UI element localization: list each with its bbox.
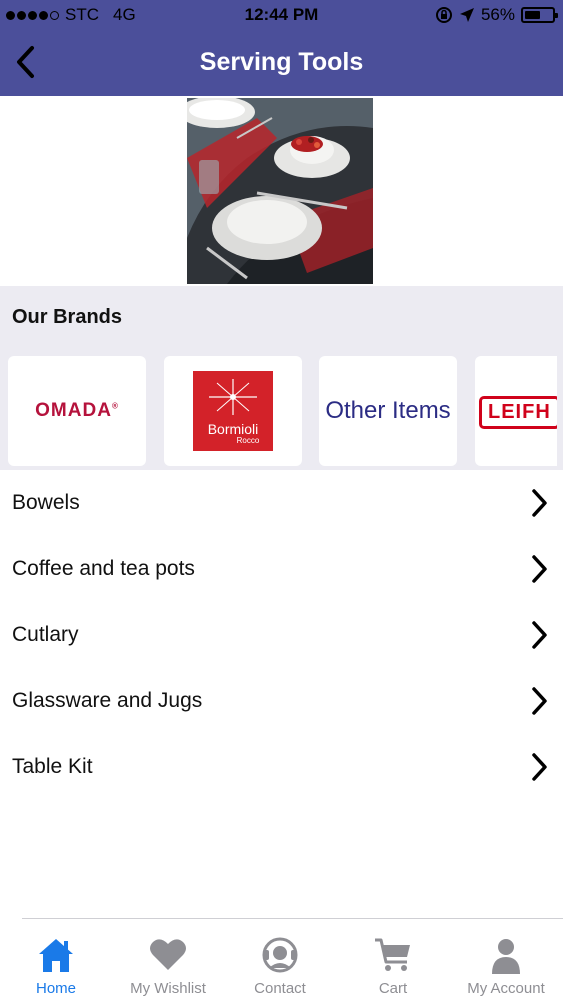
omada-logo: OMADA® (35, 400, 119, 421)
tab-home[interactable]: Home (0, 932, 112, 998)
battery-icon (521, 7, 558, 23)
heart-icon (150, 939, 186, 970)
rotation-lock-icon (435, 7, 452, 23)
other-items-logo: Other Items (325, 397, 451, 424)
category-label: Glassware and Jugs (12, 689, 203, 712)
category-label: Table Kit (12, 755, 93, 778)
support-headset-icon (262, 937, 298, 973)
home-icon (39, 939, 73, 972)
category-label: Coffee and tea pots (12, 557, 195, 580)
category-list: Bowels Coffee and tea pots Cutlary Glass… (0, 470, 563, 800)
tab-label: My Account (467, 980, 545, 997)
category-item-glassware-and-jugs[interactable]: Glassware and Jugs (0, 668, 563, 734)
leifheit-logo: LEIFH (479, 396, 557, 429)
category-item-cutlary[interactable]: Cutlary (0, 602, 563, 668)
bormioli-logo: Bormioli Rocco (193, 371, 273, 451)
tab-contact[interactable]: Contact (224, 932, 336, 998)
brands-section: Our Brands OMADA® Bormioli Rocco Other I… (0, 286, 563, 470)
category-item-bowels[interactable]: Bowels (0, 470, 563, 536)
tab-label: Home (35, 980, 76, 997)
page-title: Serving Tools (199, 48, 364, 76)
chevron-right-icon (532, 753, 547, 781)
tab-label: Cart (378, 980, 408, 997)
battery-percent: 56% (480, 5, 515, 24)
brands-heading: Our Brands (12, 306, 123, 328)
tab-bar-divider (22, 918, 563, 919)
location-arrow-icon (459, 8, 474, 22)
tab-my-account[interactable]: My Account (450, 932, 562, 998)
tab-label: My Wishlist (130, 980, 206, 997)
bormioli-logo-subtext: Rocco (236, 436, 260, 445)
category-label: Bowels (12, 491, 80, 514)
tab-cart[interactable]: Cart (337, 932, 449, 998)
brand-card-leifheit[interactable]: LEIFH (475, 356, 557, 466)
chevron-right-icon (532, 555, 547, 583)
tab-my-wishlist[interactable]: My Wishlist (112, 932, 224, 998)
tab-label: Contact (254, 980, 306, 997)
cart-icon (375, 938, 410, 971)
brand-card-omada[interactable]: OMADA® (8, 356, 146, 466)
category-label: Cutlary (12, 623, 79, 646)
user-icon (492, 939, 520, 974)
category-item-table-kit[interactable]: Table Kit (0, 734, 563, 800)
navigation-bar: Serving Tools (0, 30, 563, 96)
bormioli-logo-text: Bormioli (207, 421, 259, 437)
chevron-right-icon (532, 621, 547, 649)
brand-card-bormioli[interactable]: Bormioli Rocco (164, 356, 302, 466)
status-right: 56% (435, 5, 558, 25)
omada-logo-text: OMADA (35, 400, 112, 421)
hero-banner (0, 96, 563, 286)
category-banner-image (187, 98, 373, 284)
status-bar: STC 4G 12:44 PM 56% (0, 0, 563, 30)
chevron-right-icon (532, 489, 547, 517)
brand-card-other-items[interactable]: Other Items (319, 356, 457, 466)
chevron-right-icon (532, 687, 547, 715)
category-item-coffee-and-tea-pots[interactable]: Coffee and tea pots (0, 536, 563, 602)
tab-bar: Home My Wishlist Contact Cart My Account (0, 918, 563, 1000)
